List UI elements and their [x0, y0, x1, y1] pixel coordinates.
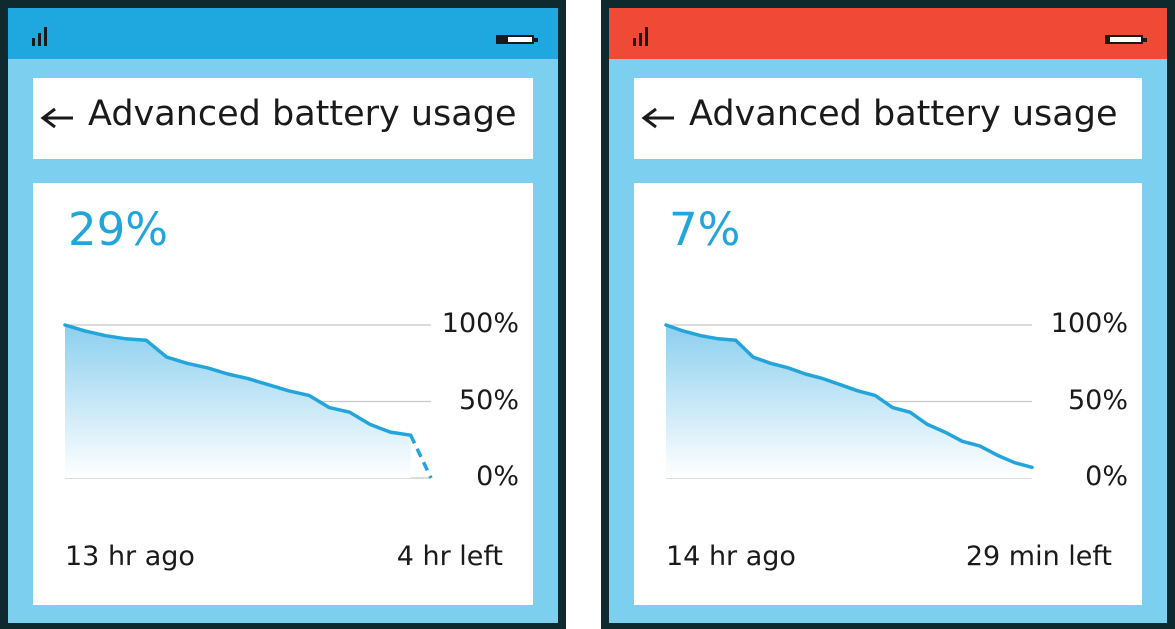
time-left-label: 4 hr left	[396, 541, 503, 572]
time-start-label: 13 hr ago	[65, 541, 195, 572]
screen: Advanced battery usage 29% 100% 50% 0% 1…	[8, 8, 558, 623]
header-card: Advanced battery usage	[33, 78, 533, 159]
status-bar	[8, 8, 558, 59]
time-left-label: 29 min left	[965, 541, 1112, 572]
axis-label-top: 100%	[1050, 308, 1128, 339]
axis-label-top: 100%	[441, 308, 519, 339]
battery-icon	[496, 35, 538, 44]
battery-icon	[1105, 35, 1147, 44]
phone-left: Advanced battery usage 29% 100% 50% 0% 1…	[0, 0, 566, 629]
phone-right: Advanced battery usage 7% 100% 50% 0% 14…	[601, 0, 1175, 629]
screen: Advanced battery usage 7% 100% 50% 0% 14…	[609, 8, 1167, 623]
back-arrow-icon[interactable]	[640, 105, 676, 131]
signal-icon	[633, 26, 649, 46]
page-title: Advanced battery usage	[689, 94, 1118, 134]
time-start-label: 14 hr ago	[666, 541, 796, 572]
header-card: Advanced battery usage	[634, 78, 1142, 159]
status-bar	[609, 8, 1167, 59]
axis-label-bottom: 0%	[476, 461, 519, 492]
projected-line	[409, 434, 433, 479]
axis-label-bottom: 0%	[1085, 461, 1128, 492]
page-title: Advanced battery usage	[88, 94, 517, 134]
signal-icon	[32, 26, 48, 46]
axis-label-mid: 50%	[1067, 385, 1128, 416]
battery-card: 7% 100% 50% 0% 14 hr ago 29 min left	[634, 183, 1142, 605]
axis-label-mid: 50%	[458, 385, 519, 416]
back-arrow-icon[interactable]	[39, 105, 75, 131]
battery-card: 29% 100% 50% 0% 13 hr ago 4 hr left	[33, 183, 533, 605]
